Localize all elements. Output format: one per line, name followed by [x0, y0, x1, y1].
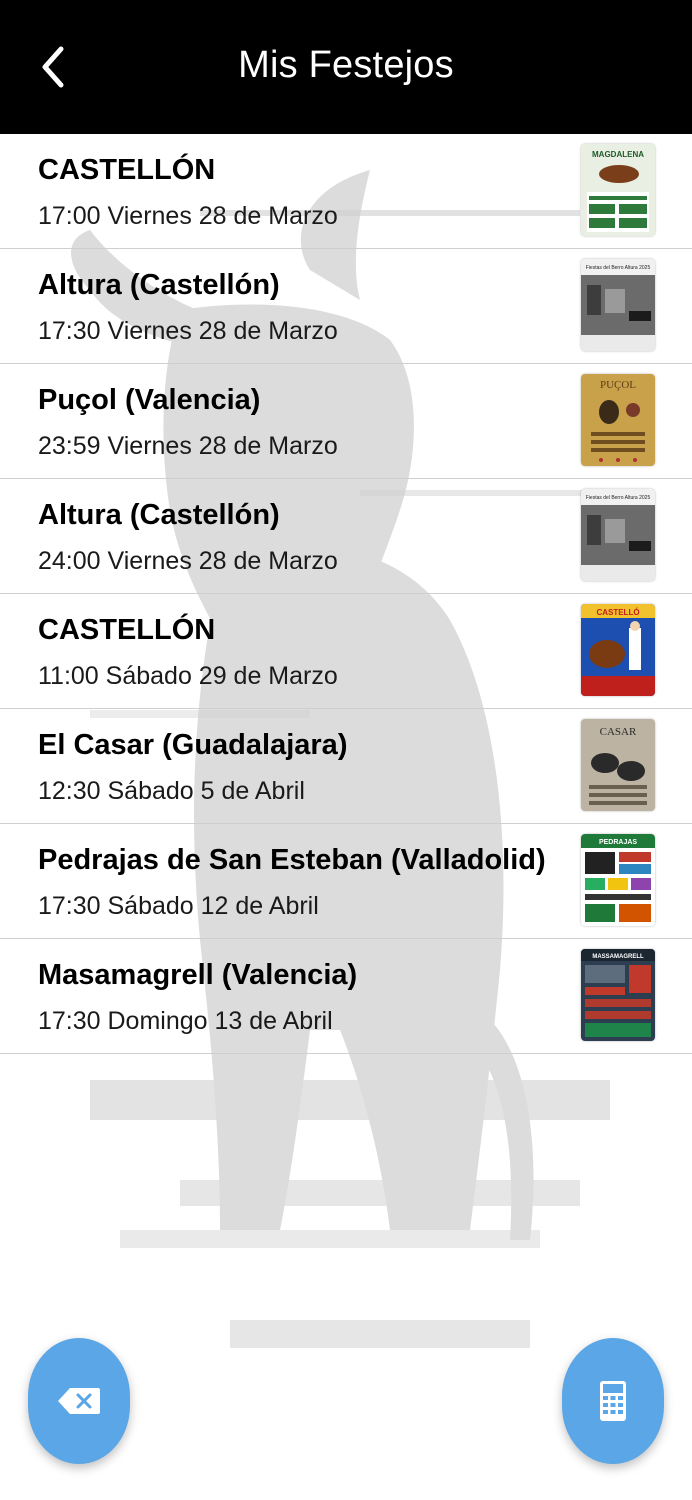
event-date: 12:30 Sábado 5 de Abril	[38, 777, 305, 805]
event-town: CASTELLÓN	[38, 614, 216, 646]
event-poster-thumbnail[interactable]: PEDRAJAS	[581, 834, 655, 926]
event-date: 24:00 Viernes 28 de Marzo	[38, 547, 338, 575]
event-row[interactable]: Pedrajas de San Esteban (Valladolid) 17:…	[0, 824, 692, 939]
clear-button[interactable]	[28, 1338, 130, 1464]
event-poster-thumbnail[interactable]: MAGDALENA	[581, 144, 655, 236]
event-row[interactable]: CASTELLÓN 11:00 Sábado 29 de Marzo CASTE…	[0, 594, 692, 709]
event-poster-thumbnail[interactable]: CASTELLÓ	[581, 604, 655, 696]
event-town: Altura (Castellón)	[38, 269, 280, 301]
event-poster-thumbnail[interactable]: Fiestas del Berro Altura 2025	[581, 489, 655, 581]
event-date: 17:30 Domingo 13 de Abril	[38, 1007, 333, 1035]
event-poster-thumbnail[interactable]: PUÇOL	[581, 374, 655, 466]
event-date: 23:59 Viernes 28 de Marzo	[38, 432, 338, 460]
events-list: CASTELLÓN 17:00 Viernes 28 de Marzo MAGD…	[0, 134, 692, 1054]
page-title: Mis Festejos	[238, 44, 454, 86]
event-date: 17:00 Viernes 28 de Marzo	[38, 202, 338, 230]
event-row[interactable]: Altura (Castellón) 24:00 Viernes 28 de M…	[0, 479, 692, 594]
event-town: Puçol (Valencia)	[38, 384, 261, 416]
backspace-clear-icon	[58, 1388, 100, 1414]
event-poster-thumbnail[interactable]: CASAR	[581, 719, 655, 811]
poster-title: PEDRAJAS	[599, 839, 637, 846]
event-row[interactable]: Masamagrell (Valencia) 17:30 Domingo 13 …	[0, 939, 692, 1054]
event-town: Masamagrell (Valencia)	[38, 959, 358, 991]
app-header: Mis Festejos	[0, 0, 692, 134]
poster-title: Fiestas del Berro Altura 2025	[586, 495, 651, 501]
event-town: Altura (Castellón)	[38, 499, 280, 531]
event-date: 11:00 Sábado 29 de Marzo	[38, 662, 338, 690]
event-date: 17:30 Sábado 12 de Abril	[38, 892, 319, 920]
event-row[interactable]: Puçol (Valencia) 23:59 Viernes 28 de Mar…	[0, 364, 692, 479]
event-row[interactable]: El Casar (Guadalajara) 12:30 Sábado 5 de…	[0, 709, 692, 824]
event-town: Pedrajas de San Esteban (Valladolid)	[38, 844, 546, 876]
event-town: El Casar (Guadalajara)	[38, 729, 348, 761]
calculator-button[interactable]	[562, 1338, 664, 1464]
poster-title: Fiestas del Berro Altura 2025	[586, 265, 651, 271]
calculator-icon	[600, 1381, 626, 1421]
event-date: 17:30 Viernes 28 de Marzo	[38, 317, 338, 345]
poster-title: CASTELLÓ	[596, 608, 639, 617]
event-poster-thumbnail[interactable]: MASSAMAGRELL	[581, 949, 655, 1041]
event-row[interactable]: Altura (Castellón) 17:30 Viernes 28 de M…	[0, 249, 692, 364]
event-town: CASTELLÓN	[38, 154, 216, 186]
poster-title: MAGDALENA	[592, 150, 644, 159]
poster-title: CASAR	[600, 726, 637, 738]
poster-title: PUÇOL	[600, 379, 636, 391]
event-poster-thumbnail[interactable]: Fiestas del Berro Altura 2025	[581, 259, 655, 351]
poster-title: MASSAMAGRELL	[592, 954, 644, 960]
event-row[interactable]: CASTELLÓN 17:00 Viernes 28 de Marzo MAGD…	[0, 134, 692, 249]
